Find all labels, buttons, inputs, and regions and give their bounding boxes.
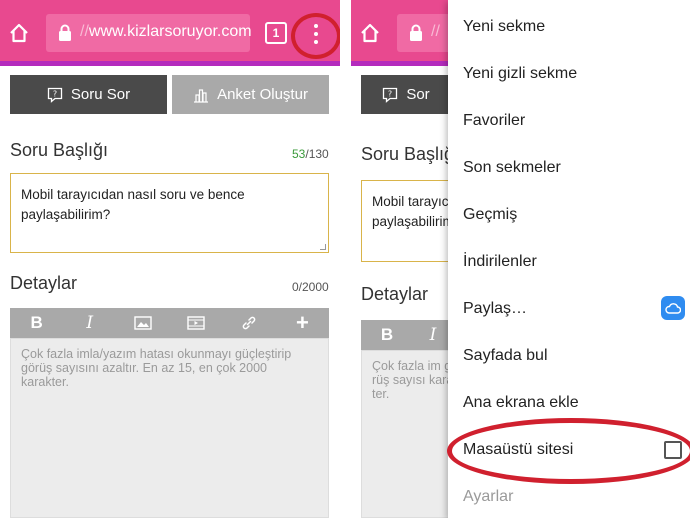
question-title-line: Mobil tarayıc: [372, 194, 449, 209]
lock-icon: [59, 24, 71, 41]
details-label: Detaylar: [10, 273, 78, 293]
home-icon[interactable]: [6, 20, 32, 46]
details-editor[interactable]: Çok fazla imla/yazım hatası okunmayı güç…: [10, 338, 329, 518]
insert-image-button[interactable]: [116, 308, 169, 338]
resize-handle-icon[interactable]: [320, 244, 326, 250]
url-bar[interactable]: //www.kizlarsoruyor.com: [46, 14, 252, 52]
home-icon[interactable]: [357, 20, 383, 46]
video-icon: [187, 316, 205, 330]
menu-button-highlight-ring: [291, 13, 340, 59]
details-label: Detaylar: [361, 284, 429, 304]
create-poll-button[interactable]: Anket Oluştur: [172, 75, 329, 114]
left-screenshot: //www.kizlarsoruyor.com 1 ? Soru Sor Ank…: [0, 0, 340, 518]
details-placeholder: Çok fazla imla/yazım hatası okunmayı güç…: [21, 347, 292, 389]
details-placeholder: Çok fazla im görüş sayısı karakter.: [372, 359, 460, 401]
url-text: //www.kizlarsoruyor.com: [80, 23, 252, 40]
menu-item-settings[interactable]: Ayarlar: [463, 488, 513, 506]
ask-question-button[interactable]: ? Soru Sor: [10, 75, 167, 114]
question-bubble-icon: ?: [47, 87, 63, 103]
bold-button[interactable]: B: [10, 308, 63, 338]
menu-item-share[interactable]: Paylaş…: [463, 300, 527, 318]
lock-icon: [410, 24, 422, 41]
link-icon: [242, 316, 256, 330]
svg-text:?: ?: [388, 89, 392, 98]
title-char-counter: 53/130: [292, 147, 329, 161]
menu-item-history[interactable]: Geçmiş: [463, 206, 517, 224]
create-poll-label: Anket Oluştur: [217, 86, 308, 103]
question-title-label: Soru Başlığı: [10, 140, 109, 160]
menu-item-add-to-home[interactable]: Ana ekrana ekle: [463, 394, 579, 412]
menu-item-new-tab[interactable]: Yeni sekme: [463, 18, 545, 36]
menu-item-recent-tabs[interactable]: Son sekmeler: [463, 159, 561, 177]
bold-button[interactable]: B: [361, 320, 413, 350]
cloud-share-icon[interactable]: [661, 296, 685, 320]
details-char-counter: 0/2000: [292, 280, 329, 294]
ask-question-label: Sor: [406, 86, 430, 103]
ask-question-label: Soru Sor: [70, 86, 131, 103]
question-title-label: Soru Başlığ: [361, 144, 455, 164]
insert-link-button[interactable]: [223, 308, 276, 338]
svg-text:?: ?: [53, 89, 57, 98]
add-more-button[interactable]: +: [276, 308, 329, 338]
menu-item-find-in-page[interactable]: Sayfada bul: [463, 347, 548, 365]
question-title-line: paylaşabilirim: [372, 214, 454, 229]
desktop-site-highlight-ring: [447, 418, 690, 484]
url-text: //: [431, 23, 440, 40]
question-title-value: Mobil tarayıcıdan nasıl soru ve bence pa…: [21, 187, 245, 222]
toolbar-underline: [0, 61, 340, 66]
editor-toolbar: B I +: [10, 308, 329, 338]
italic-button[interactable]: I: [63, 308, 116, 338]
browser-toolbar: //www.kizlarsoruyor.com 1: [0, 0, 340, 66]
menu-item-new-incognito-tab[interactable]: Yeni gizli sekme: [463, 65, 577, 83]
bar-chart-icon: [194, 88, 209, 103]
image-icon: [134, 316, 152, 330]
italic-button[interactable]: I: [413, 320, 453, 350]
insert-video-button[interactable]: [170, 308, 223, 338]
tab-switcher-button[interactable]: 1: [265, 22, 287, 44]
menu-item-downloads[interactable]: İndirilenler: [463, 253, 537, 271]
menu-item-bookmarks[interactable]: Favoriler: [463, 112, 525, 130]
question-bubble-icon: ?: [383, 87, 398, 103]
question-title-input[interactable]: Mobil tarayıcıdan nasıl soru ve bence pa…: [10, 173, 329, 253]
ask-question-button[interactable]: ? Sor: [361, 75, 451, 114]
